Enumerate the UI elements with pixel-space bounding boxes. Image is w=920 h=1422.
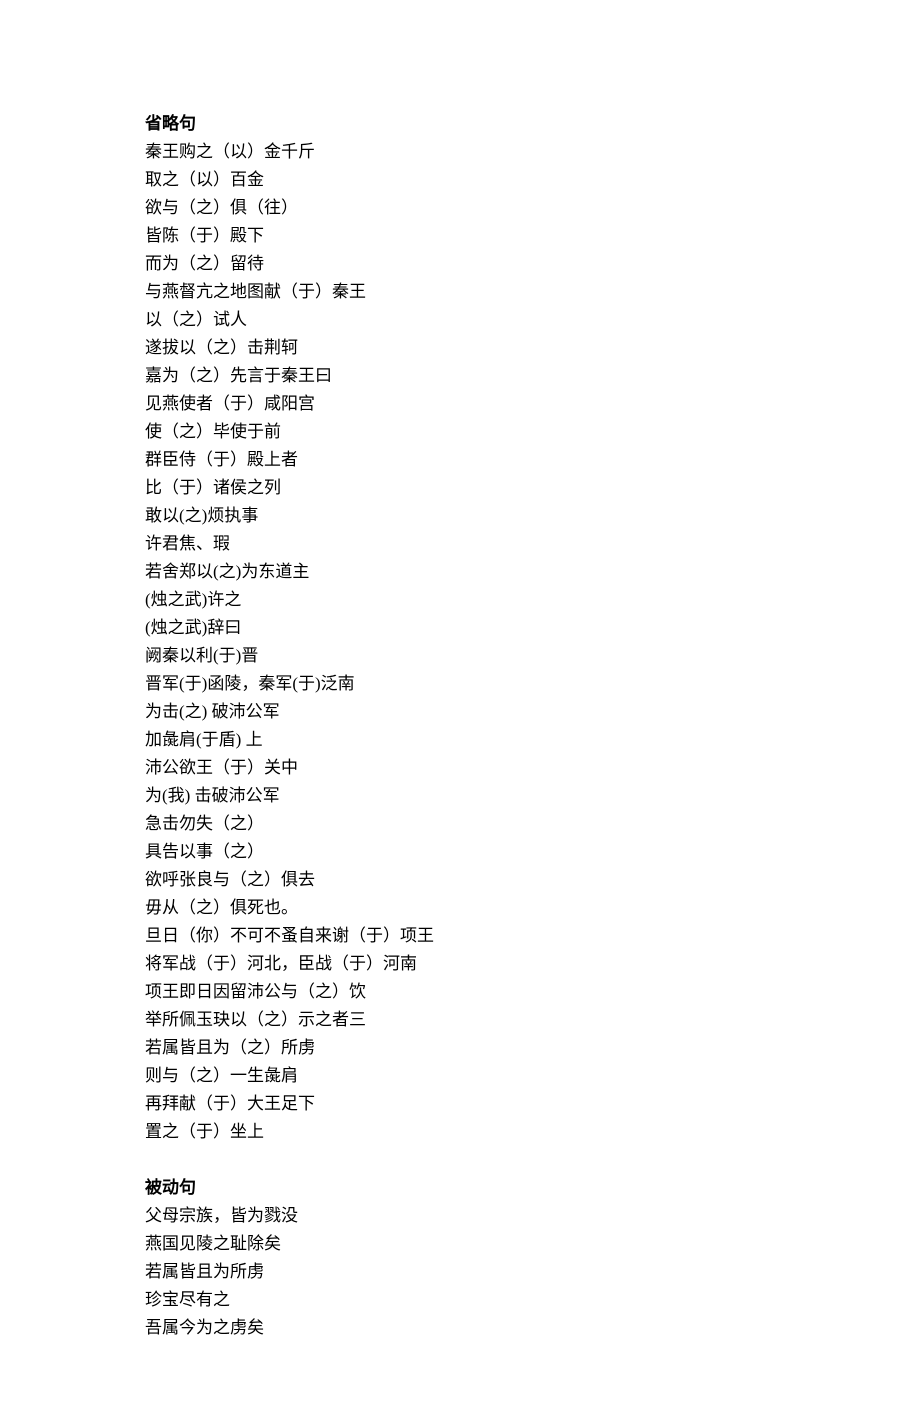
text-line: 而为（之）留待 (145, 250, 780, 278)
text-line: 珍宝尽有之 (145, 1286, 780, 1314)
text-line: 旦日（你）不可不蚤自来谢（于）项王 (145, 922, 780, 950)
text-line: 遂拔以（之）击荆轲 (145, 334, 780, 362)
text-line: 将军战（于）河北，臣战（于）河南 (145, 950, 780, 978)
text-line: 与燕督亢之地图献（于）秦王 (145, 278, 780, 306)
text-line: 若舍郑以(之)为东道主 (145, 558, 780, 586)
text-line: 吾属今为之虏矣 (145, 1314, 780, 1342)
text-line: 以（之）试人 (145, 306, 780, 334)
text-line: 再拜献（于）大王足下 (145, 1090, 780, 1118)
text-line: 沛公欲王（于）关中 (145, 754, 780, 782)
text-line: 燕国见陵之耻除矣 (145, 1230, 780, 1258)
text-line: 秦王购之（以）金千斤 (145, 138, 780, 166)
text-line: 则与（之）一生彘肩 (145, 1062, 780, 1090)
text-line: 为击(之) 破沛公军 (145, 698, 780, 726)
text-line: 皆陈（于）殿下 (145, 222, 780, 250)
text-line: 加彘肩(于盾) 上 (145, 726, 780, 754)
text-line: 欲与（之）俱（往） (145, 194, 780, 222)
section-heading-2: 被动句 (145, 1174, 780, 1202)
text-line: 急击勿失（之） (145, 810, 780, 838)
text-line: 敢以(之)烦执事 (145, 502, 780, 530)
text-line: 取之（以）百金 (145, 166, 780, 194)
document-page: 省略句 秦王购之（以）金千斤 取之（以）百金 欲与（之）俱（往） 皆陈（于）殿下… (0, 0, 920, 1422)
text-line: (烛之武)许之 (145, 586, 780, 614)
text-line: 群臣侍（于）殿上者 (145, 446, 780, 474)
text-line: 比（于）诸侯之列 (145, 474, 780, 502)
text-line: 嘉为（之）先言于秦王曰 (145, 362, 780, 390)
text-line: 举所佩玉玦以（之）示之者三 (145, 1006, 780, 1034)
text-line: 若属皆且为所虏 (145, 1258, 780, 1286)
section-heading-1: 省略句 (145, 110, 780, 138)
text-line: 欲呼张良与（之）俱去 (145, 866, 780, 894)
text-line: 具告以事（之） (145, 838, 780, 866)
text-line: 父母宗族，皆为戮没 (145, 1202, 780, 1230)
text-line: (烛之武)辞曰 (145, 614, 780, 642)
text-line: 项王即日因留沛公与（之）饮 (145, 978, 780, 1006)
text-line: 使（之）毕使于前 (145, 418, 780, 446)
text-line: 许君焦、瑕 (145, 530, 780, 558)
text-line: 晋军(于)函陵，秦军(于)泛南 (145, 670, 780, 698)
text-line: 见燕使者（于）咸阳宫 (145, 390, 780, 418)
text-line: 置之（于）坐上 (145, 1118, 780, 1146)
text-line: 毋从（之）俱死也。 (145, 894, 780, 922)
text-line: 若属皆且为（之）所虏 (145, 1034, 780, 1062)
text-line: 为(我) 击破沛公军 (145, 782, 780, 810)
text-line: 阙秦以利(于)晋 (145, 642, 780, 670)
